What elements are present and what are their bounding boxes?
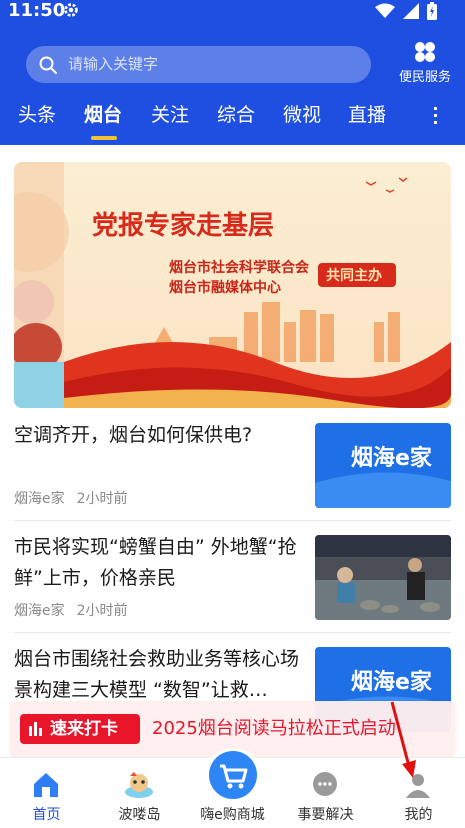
mall-button [206, 748, 260, 802]
nav-label: 嗨e购商城 [200, 807, 265, 823]
nav-label: 波喽岛 [118, 807, 161, 823]
active-tab-indicator [91, 136, 117, 140]
system-icons [375, 2, 437, 20]
tab-headlines[interactable]: 头条 [18, 102, 56, 128]
mascot-icon [125, 772, 153, 798]
status-bar: 11:50 [0, 0, 465, 26]
annotation-arrow [390, 701, 416, 778]
cart-icon [220, 764, 248, 789]
search-placeholder: 请输入关键字 [68, 55, 159, 73]
checkin-badge-label: 速来打卡 [50, 719, 118, 739]
status-time: 11:50 [8, 0, 66, 21]
thumbnail-logo-text: 烟海e家 [351, 669, 433, 695]
settings-gear-icon [64, 3, 78, 17]
news-title: 空调齐开，烟台如何保供电? [14, 424, 253, 446]
divider [14, 632, 451, 633]
home-icon [34, 773, 58, 797]
news-source: 烟海e家 [14, 603, 65, 619]
news-thumbnail: 烟海e家 [315, 423, 451, 508]
nav-service[interactable]: 事要解决 [279, 758, 372, 828]
tab-micro-video[interactable]: 微视 [283, 102, 321, 128]
nav-island[interactable]: 波喽岛 [93, 758, 186, 828]
news-item[interactable]: 市民将实现“螃蟹自由” 外地蟹“抢鲜”上市，价格亲民 烟海e家 2小时前 [0, 530, 465, 630]
banner-artwork: 党报专家走基层 烟台市社会科学联合会 烟台市融媒体中心 共同主办 [14, 162, 451, 408]
battery-icon [427, 2, 437, 20]
wifi-icon [375, 3, 395, 18]
news-source: 烟海e家 [14, 491, 65, 507]
banner-co-host: 共同主办 [326, 267, 382, 284]
news-meta: 烟海e家 2小时前 [14, 488, 128, 508]
thumbnail-logo-text: 烟海e家 [351, 445, 433, 471]
channel-menu-icon[interactable] [428, 105, 448, 127]
news-time: 2小时前 [76, 603, 128, 619]
service-button[interactable]: 便民服务 [394, 40, 456, 86]
tab-general[interactable]: 综合 [217, 102, 255, 128]
tab-yantai[interactable]: 烟台 [84, 102, 122, 128]
nav-label: 我的 [404, 807, 433, 823]
clover-icon [415, 42, 435, 62]
tab-follow[interactable]: 关注 [151, 102, 189, 128]
nav-mall[interactable]: 嗨e购商城 [186, 748, 279, 828]
app: 11:50 请输入关键字 便民服务 头条 烟台 关注 综合 微视 直播 党报专家… [0, 0, 465, 828]
tab-live[interactable]: 直播 [348, 102, 386, 128]
banner-org-line-2: 烟台市融媒体中心 [169, 279, 281, 296]
service-label: 便民服务 [398, 70, 451, 85]
search-bar[interactable]: 请输入关键字 [26, 46, 371, 83]
chat-icon [313, 772, 337, 796]
news-title: 烟台市围绕社会救助业务等核心场景构建三大模型 “数智”让救… [14, 648, 300, 701]
search-icon [39, 56, 57, 74]
news-time: 2小时前 [76, 491, 128, 507]
checkin-badge[interactable]: 速来打卡 [20, 714, 140, 744]
channel-tabs: 头条 烟台 关注 综合 微视 直播 [0, 98, 465, 142]
banner-org-line-1: 烟台市社会科学联合会 [169, 259, 310, 276]
header: 11:50 请输入关键字 便民服务 头条 烟台 关注 综合 微视 直播 [0, 0, 465, 145]
nav-home[interactable]: 首页 [0, 758, 93, 828]
news-thumbnail [315, 535, 451, 620]
nav-label: 事要解决 [297, 807, 354, 823]
banner-headline: 党报专家走基层 [92, 210, 274, 241]
bar-chart-icon [29, 722, 42, 736]
nav-label: 首页 [32, 807, 61, 823]
banner-carousel[interactable]: 党报专家走基层 烟台市社会科学联合会 烟台市融媒体中心 共同主办 [14, 162, 451, 408]
news-title: 市民将实现“螃蟹自由” 外地蟹“抢鲜”上市，价格亲民 [14, 536, 297, 589]
signal-icon [403, 3, 419, 19]
news-meta: 烟海e家 2小时前 [14, 600, 128, 620]
divider [14, 520, 451, 521]
news-item[interactable]: 空调齐开，烟台如何保供电? 烟海e家 2小时前 烟海e家 [0, 418, 465, 518]
notification-text: 2025烟台阅读马拉松正式启动 [152, 718, 396, 739]
